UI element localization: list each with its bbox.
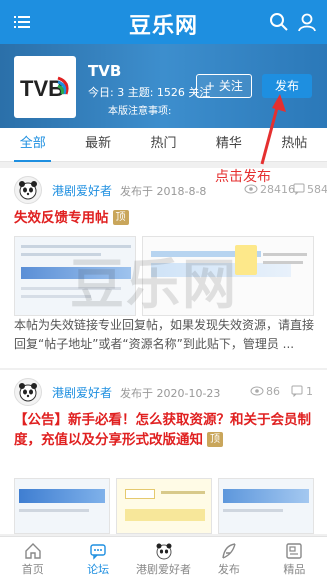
user-icon[interactable] <box>297 12 317 32</box>
search-icon[interactable] <box>269 12 289 32</box>
avatar <box>156 543 172 560</box>
comment-count: 1 <box>306 385 313 398</box>
post-author[interactable]: 港剧爱好者 <box>52 384 112 401</box>
avatar[interactable] <box>14 378 42 406</box>
comment-icon <box>291 385 303 397</box>
tab-hot[interactable]: 热门 <box>131 128 196 161</box>
post-author[interactable]: 港剧爱好者 <box>52 182 112 199</box>
post-thumbnail[interactable] <box>142 236 314 316</box>
forum-logo: TVB <box>14 56 76 118</box>
forum-title: TVB <box>88 62 122 80</box>
bottom-nav: 首页 论坛 港剧爱好者 发布 精品 <box>0 536 327 578</box>
nav-forum[interactable]: 论坛 <box>65 537 130 578</box>
post-title-text: 【公告】新手必看！怎么获取资源？和关于会员制度，充值以及分享形式改版通知 <box>14 412 311 448</box>
nav-publish[interactable]: 发布 <box>196 537 261 578</box>
pinned-badge: 顶 <box>112 210 129 225</box>
post-thumbnail[interactable] <box>218 478 314 534</box>
eye-icon <box>250 386 264 396</box>
post-date: 发布于 2020-10-23 <box>120 387 221 400</box>
nav-profile[interactable]: 港剧爱好者 <box>131 537 196 578</box>
nav-home[interactable]: 首页 <box>0 537 65 578</box>
annotation-label: 点击发布 <box>215 169 271 185</box>
nav-forum-label: 论坛 <box>87 563 110 576</box>
forum-stats: 今日: 3 主题: 1526 关注 <box>88 86 211 99</box>
forum-note: 本版注意事项: <box>108 106 172 117</box>
follow-button[interactable]: + 关注 <box>196 74 252 98</box>
tab-all[interactable]: 全部 <box>0 128 65 162</box>
post-title[interactable]: 失效反馈专用帖顶 <box>14 208 314 228</box>
avatar[interactable] <box>14 176 42 204</box>
nav-profile-label: 港剧爱好者 <box>136 563 192 576</box>
svg-text:TVB: TVB <box>20 76 64 101</box>
comment-count: 584 <box>307 183 327 196</box>
post-title-text: 失效反馈专用帖 <box>14 210 109 226</box>
post-thumbnail[interactable] <box>14 236 136 316</box>
post-excerpt: 本帖为失效链接专业回复帖，如果发现失效资源，请直接回复“帖子地址”或者“资源名称… <box>14 318 315 351</box>
annotation-arrow-icon <box>260 94 286 165</box>
post-date: 发布于 2018-8-8 <box>120 185 207 198</box>
post-title[interactable]: 【公告】新手必看！怎么获取资源？和关于会员制度，充值以及分享形式改版通知顶 <box>14 410 314 450</box>
panda-avatar-icon <box>19 181 37 200</box>
nav-featured[interactable]: 精品 <box>262 537 327 578</box>
nav-home-label: 首页 <box>21 563 44 576</box>
nav-featured-label: 精品 <box>283 563 306 576</box>
news-icon <box>286 543 303 559</box>
panda-avatar-icon <box>19 383 37 402</box>
nav-publish-label: 发布 <box>217 563 240 576</box>
feather-icon <box>222 543 236 559</box>
tvb-logo-icon: TVB <box>20 76 69 101</box>
comment-icon <box>293 183 305 195</box>
home-icon <box>25 543 41 559</box>
pinned-badge: 顶 <box>207 432 223 447</box>
tab-latest[interactable]: 最新 <box>65 128 130 161</box>
post-card[interactable]: 港剧爱好者 发布于 2020-10-23 86 1 【公告】新手必看！怎么获取资… <box>0 370 327 534</box>
view-count: 86 <box>266 385 280 398</box>
post-thumbnail[interactable] <box>116 478 212 534</box>
forum-icon <box>90 544 106 560</box>
post-thumbnail[interactable] <box>14 478 110 534</box>
top-bar: 豆乐网 <box>0 0 327 44</box>
post-card[interactable]: 港剧爱好者 发布于 2018-8-8 28416 584 失效反馈专用帖顶 本帖… <box>0 168 327 368</box>
